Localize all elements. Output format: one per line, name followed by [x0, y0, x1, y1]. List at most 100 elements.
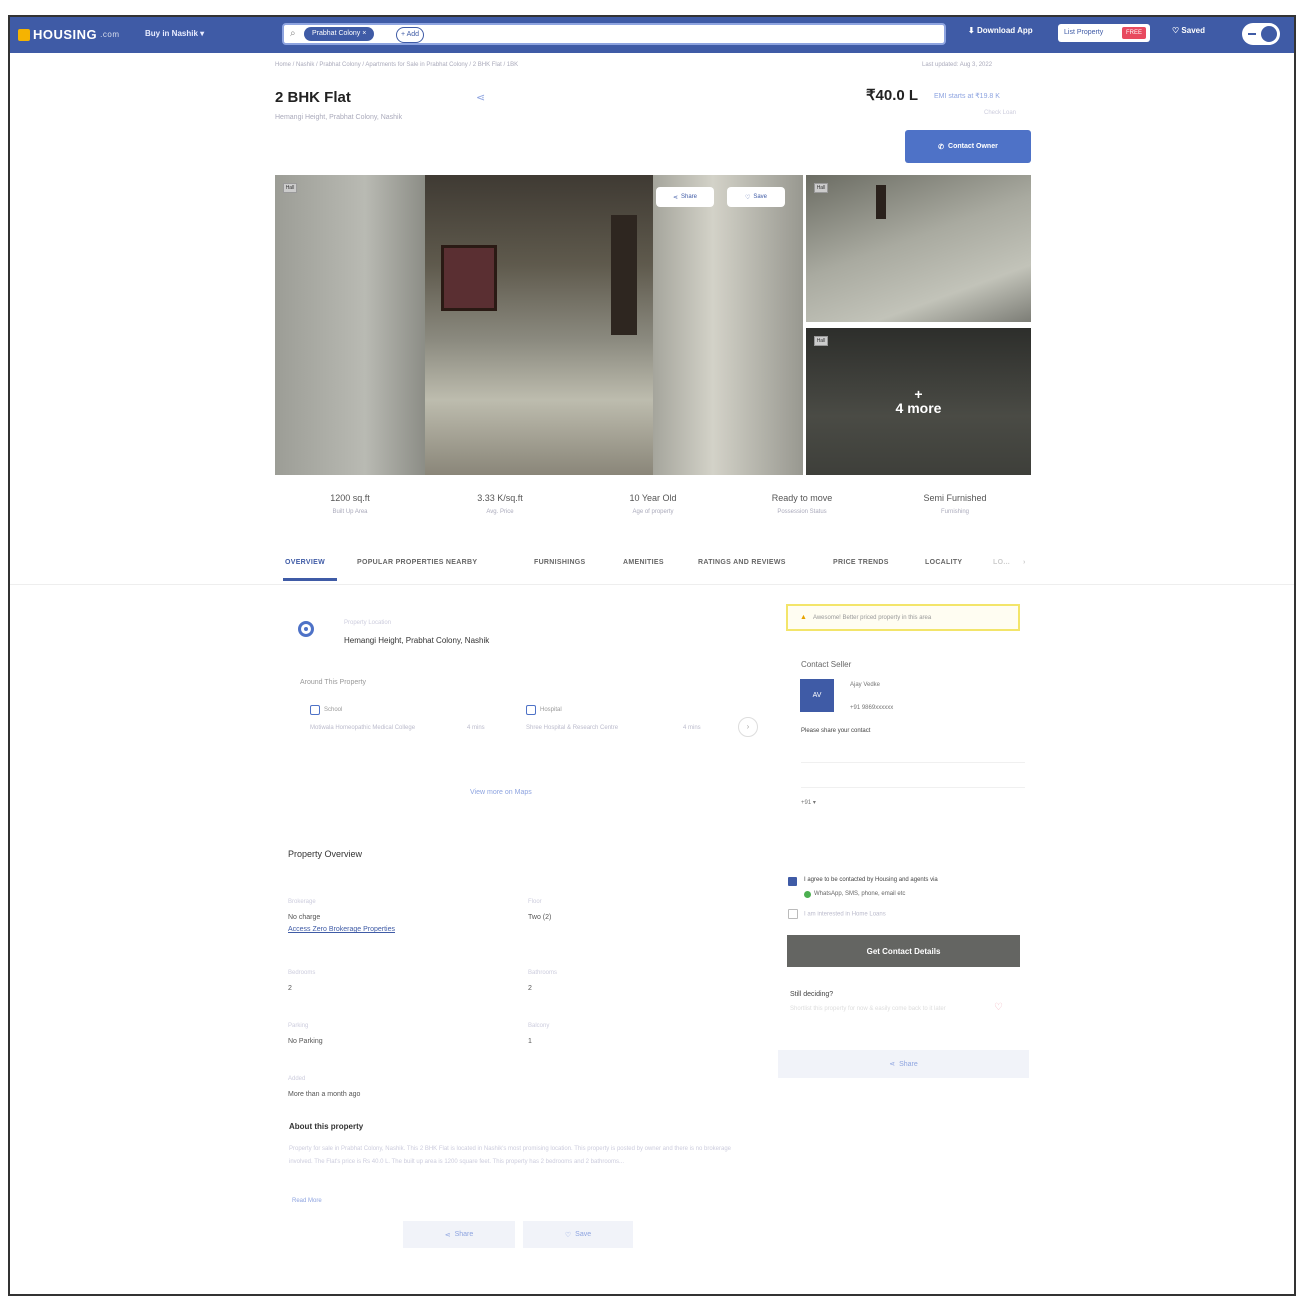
- list-property-button[interactable]: List Property FREE: [1058, 24, 1150, 42]
- tab-ratings-reviews[interactable]: RATINGS AND REVIEWS: [698, 559, 786, 566]
- bottom-share-button[interactable]: ⋖ Share: [403, 1221, 515, 1248]
- close-icon[interactable]: ×: [362, 30, 366, 37]
- user-avatar[interactable]: [1242, 23, 1280, 45]
- search-input[interactable]: ⌕ Prabhat Colony × + Add: [282, 23, 946, 45]
- bottom-save-button[interactable]: ♡ Save: [523, 1221, 633, 1248]
- gallery-photo-1[interactable]: Hall: [275, 175, 425, 475]
- overview-key: Floor: [528, 899, 542, 905]
- warning-icon: ▲: [800, 614, 807, 621]
- search-location-chip[interactable]: Prabhat Colony ×: [304, 27, 375, 41]
- check-loan-link[interactable]: Check Loan: [984, 110, 1016, 116]
- stat-value: 3.33 K/sq.ft: [477, 493, 523, 503]
- heart-icon: ♡: [564, 1231, 572, 1239]
- tab-popular-properties[interactable]: POPULAR PROPERTIES NEARBY: [357, 559, 477, 566]
- more-photos-label: + 4 more: [806, 386, 1031, 416]
- active-tab-indicator: [283, 578, 337, 581]
- overview-value: 2: [528, 985, 532, 992]
- section-tabs: OVERVIEW POPULAR PROPERTIES NEARBY FURNI…: [275, 553, 1035, 583]
- overview-value: No Parking: [288, 1038, 323, 1045]
- gallery-photo-3[interactable]: [653, 175, 803, 475]
- consent-checkbox[interactable]: [788, 877, 797, 886]
- bottom-share-label: Share: [454, 1231, 474, 1238]
- logo-suffix: .com: [100, 30, 120, 39]
- photo-gallery[interactable]: Hall ⋖ Share ♡ Save: [275, 175, 803, 475]
- overview-value: No charge: [288, 914, 321, 921]
- stat-value: Ready to move: [771, 493, 833, 503]
- gallery-photo-4[interactable]: Hall: [806, 175, 1031, 322]
- poi-type: School: [324, 707, 343, 713]
- gallery-share-button[interactable]: ⋖ Share: [656, 187, 714, 207]
- stat-label: Avg. Price: [486, 509, 514, 515]
- poi-next-button[interactable]: ›: [738, 717, 758, 737]
- chevron-down-icon: ▾: [200, 29, 205, 38]
- consent-channels: WhatsApp, SMS, phone, email etc: [814, 891, 906, 897]
- property-price: ₹40.0 L: [866, 87, 919, 104]
- about-property-text: Property for sale in Prabhat Colony, Nas…: [289, 1146, 732, 1165]
- breadcrumb[interactable]: Home / Nashik / Prabhat Colony / Apartme…: [275, 62, 518, 68]
- home-loan-checkbox[interactable]: [788, 909, 798, 919]
- menu-icon: [1248, 33, 1256, 35]
- overview-parking: Parking No Parking: [288, 1023, 323, 1045]
- posted-date: Last updated: Aug 3, 2022: [922, 62, 993, 68]
- stat-built-up-area: 1200 sq.ft Built Up Area: [285, 493, 415, 515]
- read-more-link[interactable]: Read More: [292, 1198, 322, 1204]
- overview-value: More than a month ago: [288, 1091, 361, 1098]
- chevron-right-icon[interactable]: ›: [1023, 559, 1026, 566]
- price-alert-banner: ▲ Awesome! Better priced property in this…: [786, 604, 1020, 631]
- seller-name: Ajay Vedke: [850, 682, 881, 688]
- profile-icon: [1261, 26, 1277, 42]
- photo-tag: Hall: [283, 183, 297, 193]
- tab-overflow[interactable]: LO...: [993, 559, 1010, 566]
- home-loan-checkbox-row[interactable]: I am interested in Home Loans: [788, 909, 886, 919]
- share-icon[interactable]: ⋖: [476, 91, 485, 104]
- stat-value: 10 Year Old: [629, 493, 677, 503]
- country-code-select[interactable]: +91 ▾: [801, 799, 816, 806]
- still-deciding-heading: Still deciding?: [790, 991, 834, 998]
- divider: [10, 584, 1294, 585]
- share-icon: ⋖: [672, 194, 678, 201]
- poi-card[interactable]: Hospital Shree Hospital & Research Centr…: [526, 705, 726, 731]
- tab-overview[interactable]: OVERVIEW: [285, 559, 325, 566]
- seller-share-button[interactable]: ⋖ Share: [778, 1050, 1029, 1078]
- saved-button[interactable]: ♡ Saved: [1172, 26, 1205, 35]
- gallery-more-photos[interactable]: Hall + 4 more: [806, 328, 1031, 475]
- zero-brokerage-link[interactable]: Access Zero Brokerage Properties: [288, 926, 395, 933]
- tab-locality[interactable]: LOCALITY: [925, 559, 962, 566]
- heart-icon: ♡: [744, 194, 751, 201]
- gallery-save-label: Save: [753, 194, 768, 200]
- tab-amenities[interactable]: AMENITIES: [623, 559, 664, 566]
- get-contact-details-button[interactable]: Get Contact Details: [787, 935, 1020, 967]
- plus-icon: +: [914, 386, 923, 402]
- overview-key: Balcony: [528, 1023, 550, 1029]
- city-selector[interactable]: Buy in Nashik ▾: [145, 29, 204, 38]
- view-more-maps-link[interactable]: View more on Maps: [470, 789, 532, 796]
- poi-type: Hospital: [540, 707, 562, 713]
- add-location-button[interactable]: + Add: [396, 27, 424, 43]
- gallery-share-label: Share: [681, 194, 698, 200]
- email-field[interactable]: [801, 787, 1025, 788]
- school-icon: [310, 705, 320, 715]
- whatsapp-icon: [804, 891, 811, 898]
- overview-value: Two (2): [528, 914, 552, 921]
- download-app-button[interactable]: ⬇ Download App: [968, 26, 1033, 35]
- location-value: Hemangi Height, Prabhat Colony, Nashik: [344, 636, 490, 645]
- tab-furnishings[interactable]: FURNISHINGS: [534, 559, 586, 566]
- overview-added: Added More than a month ago: [288, 1076, 360, 1098]
- stat-furnishing: Semi Furnished Furnishing: [890, 493, 1020, 515]
- tab-price-trends[interactable]: PRICE TRENDS: [833, 559, 889, 566]
- name-field[interactable]: [801, 762, 1025, 763]
- about-property-heading: About this property: [289, 1122, 364, 1131]
- shortlist-heart-icon[interactable]: ♡: [994, 1002, 1003, 1013]
- city-selector-label: Buy in Nashik: [145, 29, 198, 38]
- stat-label: Age of property: [632, 509, 674, 515]
- gallery-photo-2[interactable]: [425, 175, 653, 475]
- gallery-save-button[interactable]: ♡ Save: [727, 187, 785, 207]
- location-pin-icon: [298, 621, 314, 637]
- seller-phone: +91 9869xxxxxx: [850, 705, 894, 711]
- contact-owner-button[interactable]: ✆ Contact Owner: [905, 130, 1031, 163]
- property-overview-heading: Property Overview: [288, 849, 363, 859]
- emi-link[interactable]: EMI starts at ₹19.8 K: [934, 92, 1000, 100]
- housing-logo[interactable]: HOUSING .com: [18, 27, 120, 42]
- seller-avatar: AV: [800, 679, 834, 712]
- poi-card[interactable]: School Motiwala Homeopathic Medical Coll…: [310, 705, 510, 731]
